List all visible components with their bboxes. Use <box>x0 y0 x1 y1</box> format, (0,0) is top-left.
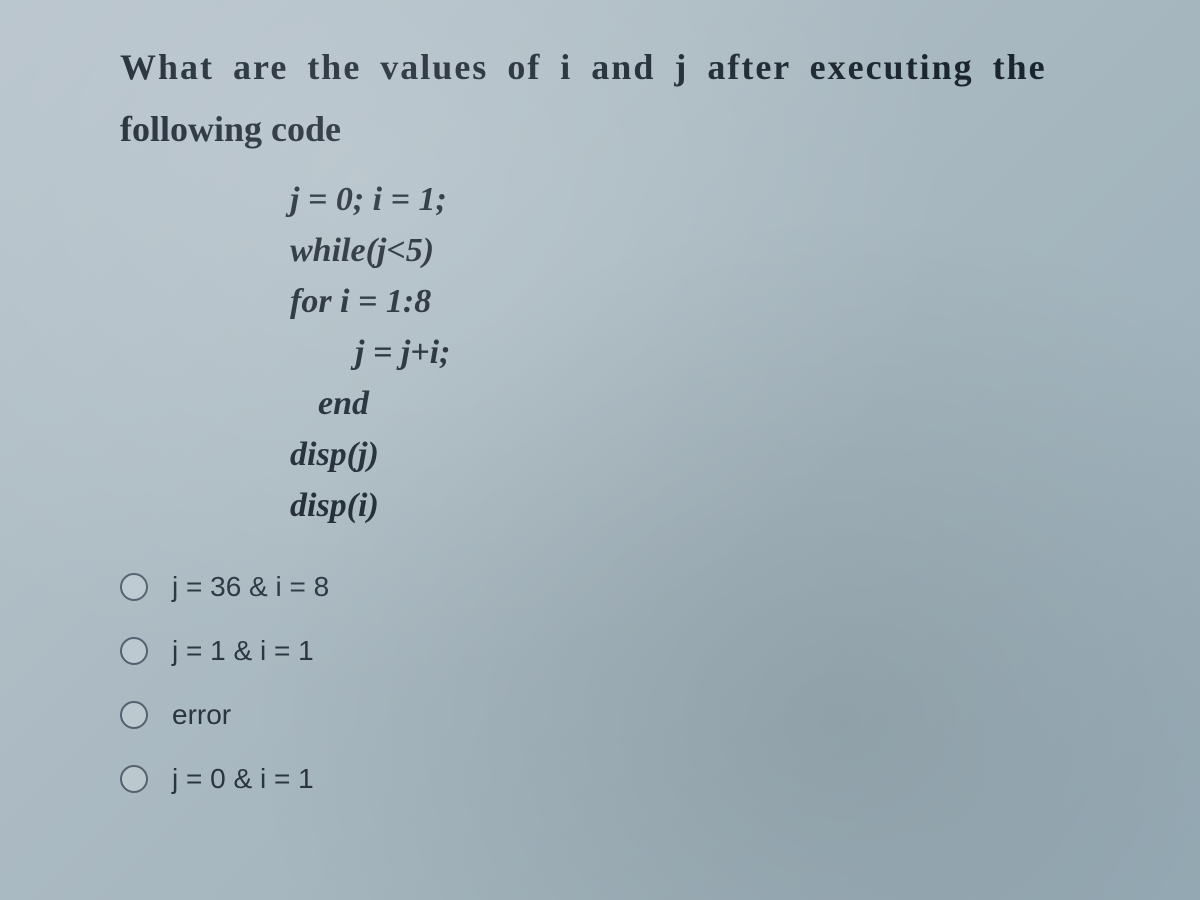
option-label: error <box>172 699 231 731</box>
radio-icon[interactable] <box>120 637 148 665</box>
option-label: j = 1 & i = 1 <box>172 635 314 667</box>
option-4[interactable]: j = 0 & i = 1 <box>120 763 1080 795</box>
question-line-1: What are the values of i and j after exe… <box>120 40 1080 94</box>
radio-icon[interactable] <box>120 765 148 793</box>
code-line-5: end <box>318 378 1080 429</box>
option-2[interactable]: j = 1 & i = 1 <box>120 635 1080 667</box>
code-line-3: for i = 1:8 <box>290 276 1080 327</box>
radio-icon[interactable] <box>120 701 148 729</box>
code-line-2: while(j<5) <box>290 225 1080 276</box>
code-line-1: j = 0; i = 1; <box>290 174 1080 225</box>
code-line-7: disp(i) <box>290 480 1080 531</box>
option-label: j = 0 & i = 1 <box>172 763 314 795</box>
code-block: j = 0; i = 1; while(j<5) for i = 1:8 j =… <box>290 174 1080 531</box>
option-3[interactable]: error <box>120 699 1080 731</box>
option-1[interactable]: j = 36 & i = 8 <box>120 571 1080 603</box>
options-list: j = 36 & i = 8 j = 1 & i = 1 error j = 0… <box>120 571 1080 795</box>
code-line-4: j = j+i; <box>355 327 1080 378</box>
code-line-6: disp(j) <box>290 429 1080 480</box>
option-label: j = 36 & i = 8 <box>172 571 329 603</box>
radio-icon[interactable] <box>120 573 148 601</box>
question-line-2: following code <box>120 104 1080 154</box>
